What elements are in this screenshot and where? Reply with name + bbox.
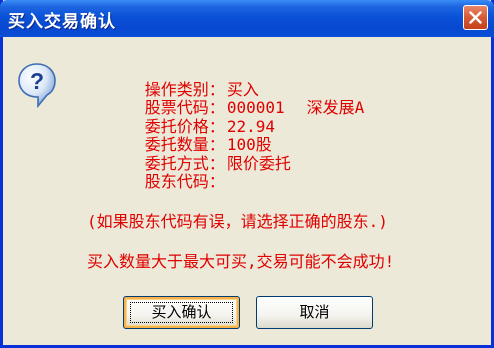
price-value: 22.94: [226, 116, 275, 136]
quantity-label: 委托数量: [144, 135, 209, 154]
order-type-value: 买入: [226, 79, 259, 99]
holder-code-label: 股东代码: [144, 172, 209, 191]
title-bar[interactable]: 买入交易确认: [0, 0, 494, 37]
separator: ：: [208, 79, 225, 99]
separator: ：: [208, 172, 225, 191]
separator: ：: [208, 98, 225, 117]
holder-code-note: (如果股东代码有误，请选择正确的股东.): [87, 212, 388, 231]
method-label: 委托方式: [144, 153, 209, 173]
cancel-label: 取消: [299, 303, 330, 321]
window-title: 买入交易确认: [8, 12, 116, 32]
confirm-buy-button[interactable]: 买入确认: [123, 296, 240, 329]
price-label: 委托价格: [144, 116, 209, 136]
separator: ：: [208, 153, 225, 173]
quantity-value: 100股: [226, 135, 272, 154]
stock-code-value: 000001: [226, 98, 285, 117]
separator: ：: [208, 116, 225, 136]
method-value: 限价委托: [226, 153, 291, 173]
close-x-icon: [469, 11, 482, 24]
close-button[interactable]: [463, 5, 488, 30]
separator: ：: [208, 135, 225, 154]
quantity-warning: 买入数量大于最大可买,交易可能不会成功!: [87, 252, 395, 271]
svg-text:?: ?: [30, 68, 44, 94]
order-type-label: 操作类别: [144, 79, 209, 99]
stock-code-label: 股票代码: [144, 98, 209, 117]
order-row-type: 操作类别： 买入: [87, 62, 364, 99]
focus-indicator: [130, 302, 233, 323]
cancel-button[interactable]: 取消: [256, 296, 373, 329]
stock-name: 深发展A: [306, 98, 365, 117]
question-icon: ?: [18, 63, 56, 108]
order-details: 操作类别： 买入 股票代码： 000001 深发展A 委托价格： 22.94 委托数量：…: [87, 62, 365, 191]
trade-confirm-dialog: 买入交易确认 ? 操作类别： 买入 股票代码： 000001 深发展A 委托价格： 22…: [0, 0, 494, 348]
